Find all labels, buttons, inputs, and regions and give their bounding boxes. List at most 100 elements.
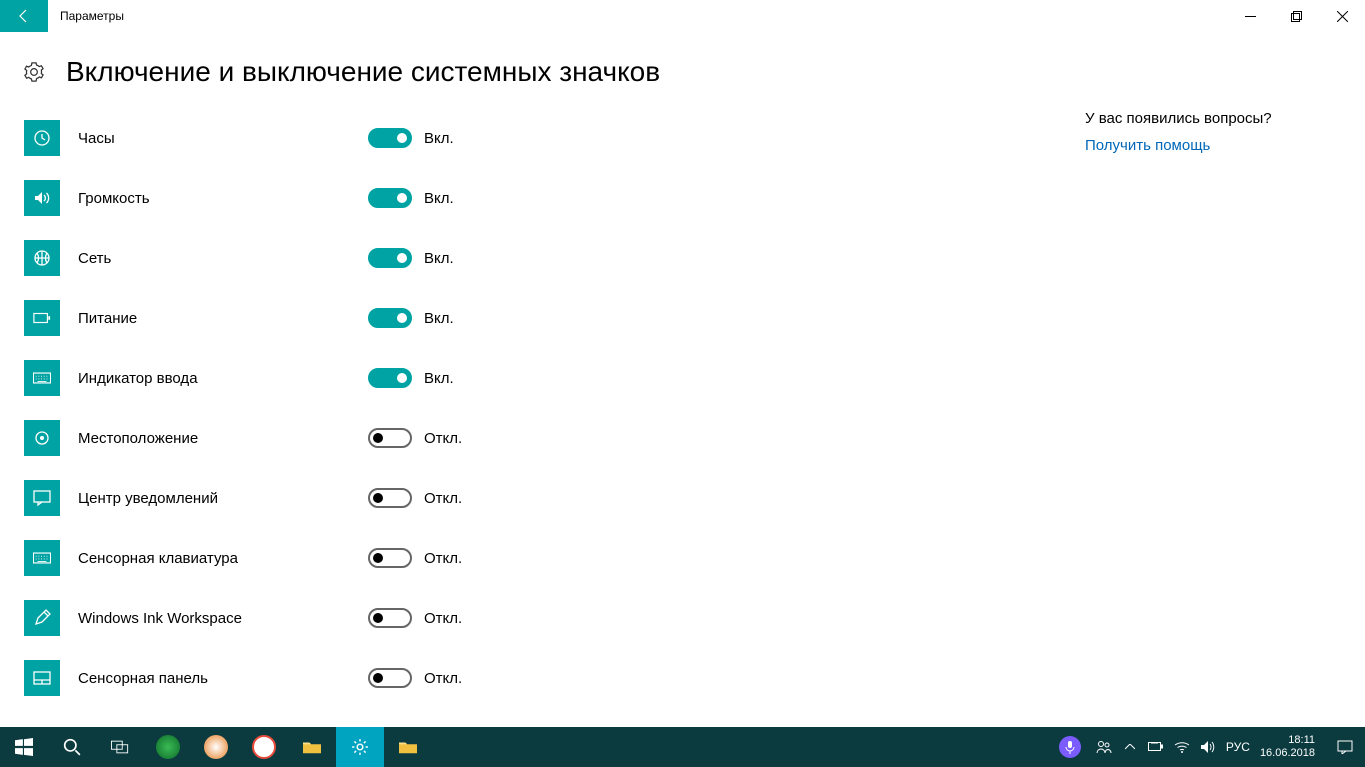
- minimize-button[interactable]: [1227, 0, 1273, 32]
- keyboard-icon: [24, 540, 60, 576]
- setting-row-touchkb: Сенсорная клавиатура Откл.: [24, 528, 724, 588]
- toggle-input[interactable]: [368, 368, 412, 388]
- help-panel: У вас появились вопросы? Получить помощь: [1085, 110, 1325, 154]
- app-icon: [252, 735, 276, 759]
- tray-chevron-icon[interactable]: [1122, 739, 1138, 755]
- maximize-button[interactable]: [1273, 0, 1319, 32]
- folder-icon: [303, 738, 321, 756]
- setting-row-power: Питание Вкл.: [24, 288, 724, 348]
- system-tray: РУС 18:11 16.06.2018: [1090, 727, 1325, 767]
- toggle-state-text: Вкл.: [424, 190, 454, 207]
- toggle-state-text: Откл.: [424, 670, 462, 687]
- get-help-link[interactable]: Получить помощь: [1085, 137, 1325, 154]
- toggle-power[interactable]: [368, 308, 412, 328]
- minimize-icon: [1245, 11, 1256, 22]
- toggle-state-text: Вкл.: [424, 310, 454, 327]
- page-title: Включение и выключение системных значков: [66, 56, 660, 88]
- page-header: Включение и выключение системных значков: [0, 32, 1365, 96]
- toggle-state-text: Вкл.: [424, 370, 454, 387]
- setting-label: Громкость: [78, 190, 368, 207]
- toggle-location[interactable]: [368, 428, 412, 448]
- close-button[interactable]: [1319, 0, 1365, 32]
- cortana-button[interactable]: [1050, 727, 1090, 767]
- toggle-state-text: Вкл.: [424, 250, 454, 267]
- setting-label: Сеть: [78, 250, 368, 267]
- toggle-touchkb[interactable]: [368, 548, 412, 568]
- setting-row-volume: Громкость Вкл.: [24, 168, 724, 228]
- taskbar: РУС 18:11 16.06.2018: [0, 727, 1365, 767]
- app-icon: [204, 735, 228, 759]
- setting-row-ink: Windows Ink Workspace Откл.: [24, 588, 724, 648]
- close-icon: [1337, 11, 1348, 22]
- setting-label: Windows Ink Workspace: [78, 610, 368, 627]
- toggle-network[interactable]: [368, 248, 412, 268]
- setting-row-input: Индикатор ввода Вкл.: [24, 348, 724, 408]
- pinned-app-3[interactable]: [240, 727, 288, 767]
- setting-row-touchpad: Сенсорная панель Откл.: [24, 648, 724, 708]
- time-text: 18:11: [1260, 734, 1315, 747]
- power-tray-icon[interactable]: [1148, 739, 1164, 755]
- toggle-state-text: Откл.: [424, 490, 462, 507]
- setting-row-network: Сеть Вкл.: [24, 228, 724, 288]
- volume-tray-icon[interactable]: [1200, 739, 1216, 755]
- location-icon: [24, 420, 60, 456]
- settings-app[interactable]: [336, 727, 384, 767]
- toggle-touchpad[interactable]: [368, 668, 412, 688]
- start-button[interactable]: [0, 727, 48, 767]
- search-icon: [63, 738, 81, 756]
- setting-label: Часы: [78, 130, 368, 147]
- toggle-state-text: Откл.: [424, 430, 462, 447]
- setting-label: Сенсорная панель: [78, 670, 368, 687]
- setting-row-clock: Часы Вкл.: [24, 108, 724, 168]
- action-center-button[interactable]: [1325, 727, 1365, 767]
- keyboard-icon: [24, 360, 60, 396]
- setting-label: Местоположение: [78, 430, 368, 447]
- notifications-icon: [1337, 740, 1353, 754]
- toggle-state-text: Откл.: [424, 550, 462, 567]
- back-button[interactable]: [0, 0, 48, 32]
- task-view-button[interactable]: [96, 727, 144, 767]
- pinned-app-2[interactable]: [192, 727, 240, 767]
- app-icon: [156, 735, 180, 759]
- volume-icon: [24, 180, 60, 216]
- explorer-app-1[interactable]: [288, 727, 336, 767]
- toggle-volume[interactable]: [368, 188, 412, 208]
- folder-icon: [399, 738, 417, 756]
- toggle-state-text: Откл.: [424, 610, 462, 627]
- setting-label: Питание: [78, 310, 368, 327]
- maximize-icon: [1291, 11, 1302, 22]
- pinned-app-1[interactable]: [144, 727, 192, 767]
- setting-label: Сенсорная клавиатура: [78, 550, 368, 567]
- explorer-app-2[interactable]: [384, 727, 432, 767]
- toggle-ink[interactable]: [368, 608, 412, 628]
- battery-icon: [24, 300, 60, 336]
- title-bar: Параметры: [0, 0, 1365, 32]
- language-indicator[interactable]: РУС: [1226, 740, 1250, 754]
- toggle-state-text: Вкл.: [424, 130, 454, 147]
- gear-icon: [351, 738, 369, 756]
- help-question-text: У вас появились вопросы?: [1085, 110, 1325, 127]
- window-title: Параметры: [48, 0, 124, 32]
- search-button[interactable]: [48, 727, 96, 767]
- setting-row-action: Центр уведомлений Откл.: [24, 468, 724, 528]
- microphone-icon: [1059, 736, 1081, 758]
- setting-label: Центр уведомлений: [78, 490, 368, 507]
- clock-icon: [24, 120, 60, 156]
- windows-icon: [15, 738, 33, 756]
- clock-tray[interactable]: 18:11 16.06.2018: [1260, 734, 1319, 760]
- settings-list: Часы Вкл. Громкость Вкл. Сеть Вкл. Питание Вкл.…: [24, 108, 724, 708]
- arrow-left-icon: [16, 8, 32, 24]
- touchpad-icon: [24, 660, 60, 696]
- wifi-tray-icon[interactable]: [1174, 739, 1190, 755]
- date-text: 16.06.2018: [1260, 747, 1315, 760]
- setting-row-location: Местоположение Откл.: [24, 408, 724, 468]
- people-icon[interactable]: [1096, 739, 1112, 755]
- toggle-clock[interactable]: [368, 128, 412, 148]
- gear-icon: [24, 62, 44, 82]
- task-view-icon: [111, 738, 129, 756]
- globe-icon: [24, 240, 60, 276]
- notifications-icon: [24, 480, 60, 516]
- toggle-action[interactable]: [368, 488, 412, 508]
- setting-label: Индикатор ввода: [78, 370, 368, 387]
- pen-icon: [24, 600, 60, 636]
